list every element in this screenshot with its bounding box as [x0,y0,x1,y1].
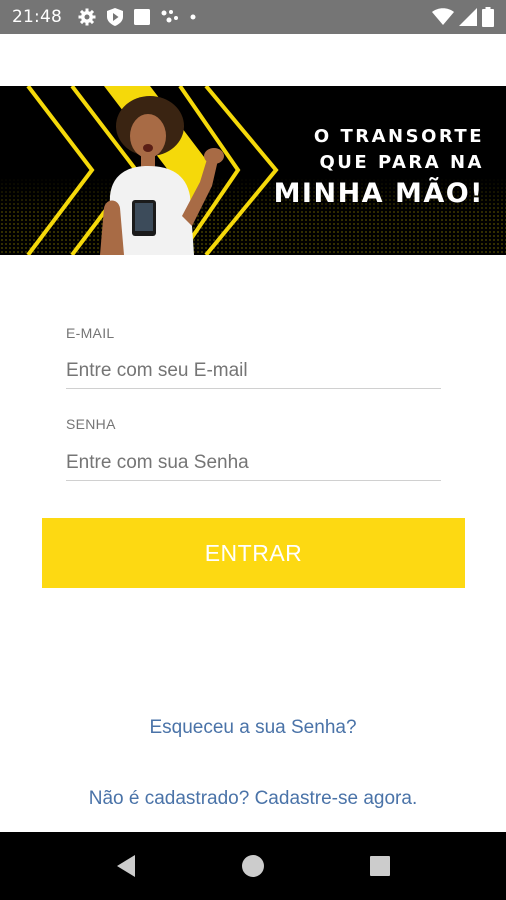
square-notification-icon [134,9,150,25]
status-bar: 21:48 [0,0,506,34]
dots-icon [161,9,179,25]
forgot-password-link[interactable]: Esqueceu a sua Senha? [0,717,506,739]
small-dot-icon [190,14,196,20]
login-button[interactable]: ENTRAR [42,518,465,588]
status-system-icons [432,7,494,27]
banner-tagline: O TRANSORTE QUE PARA NA MINHA MÃO! [274,124,484,212]
login-screen: 21:48 O TRANSORTE QUE PARA NA MINHA MÃO!… [0,0,506,900]
email-field[interactable] [66,354,441,389]
home-icon [242,855,264,877]
banner-tagline-line2: QUE PARA NA [319,152,484,173]
status-notification-icons [78,8,196,26]
back-button[interactable] [114,854,138,878]
password-label: SENHA [66,416,116,432]
register-link[interactable]: Não é cadastrado? Cadastre-se agora. [0,788,506,810]
email-label: E-MAIL [66,325,115,341]
promo-banner: O TRANSORTE QUE PARA NA MINHA MÃO! [0,86,506,255]
recents-icon [370,856,390,876]
wifi-icon [432,8,454,26]
back-icon [117,855,135,877]
gear-icon [78,8,96,26]
shield-play-icon [107,8,123,26]
banner-tagline-line3: MINHA MÃO! [273,178,484,209]
recents-button[interactable] [368,854,392,878]
password-field[interactable] [66,446,441,481]
status-time: 21:48 [12,7,62,27]
cell-signal-icon [459,8,477,26]
battery-icon [482,7,494,27]
banner-tagline-line1: O TRANSORTE [313,126,484,147]
home-button[interactable] [241,854,265,878]
system-navigation-bar [0,832,506,900]
